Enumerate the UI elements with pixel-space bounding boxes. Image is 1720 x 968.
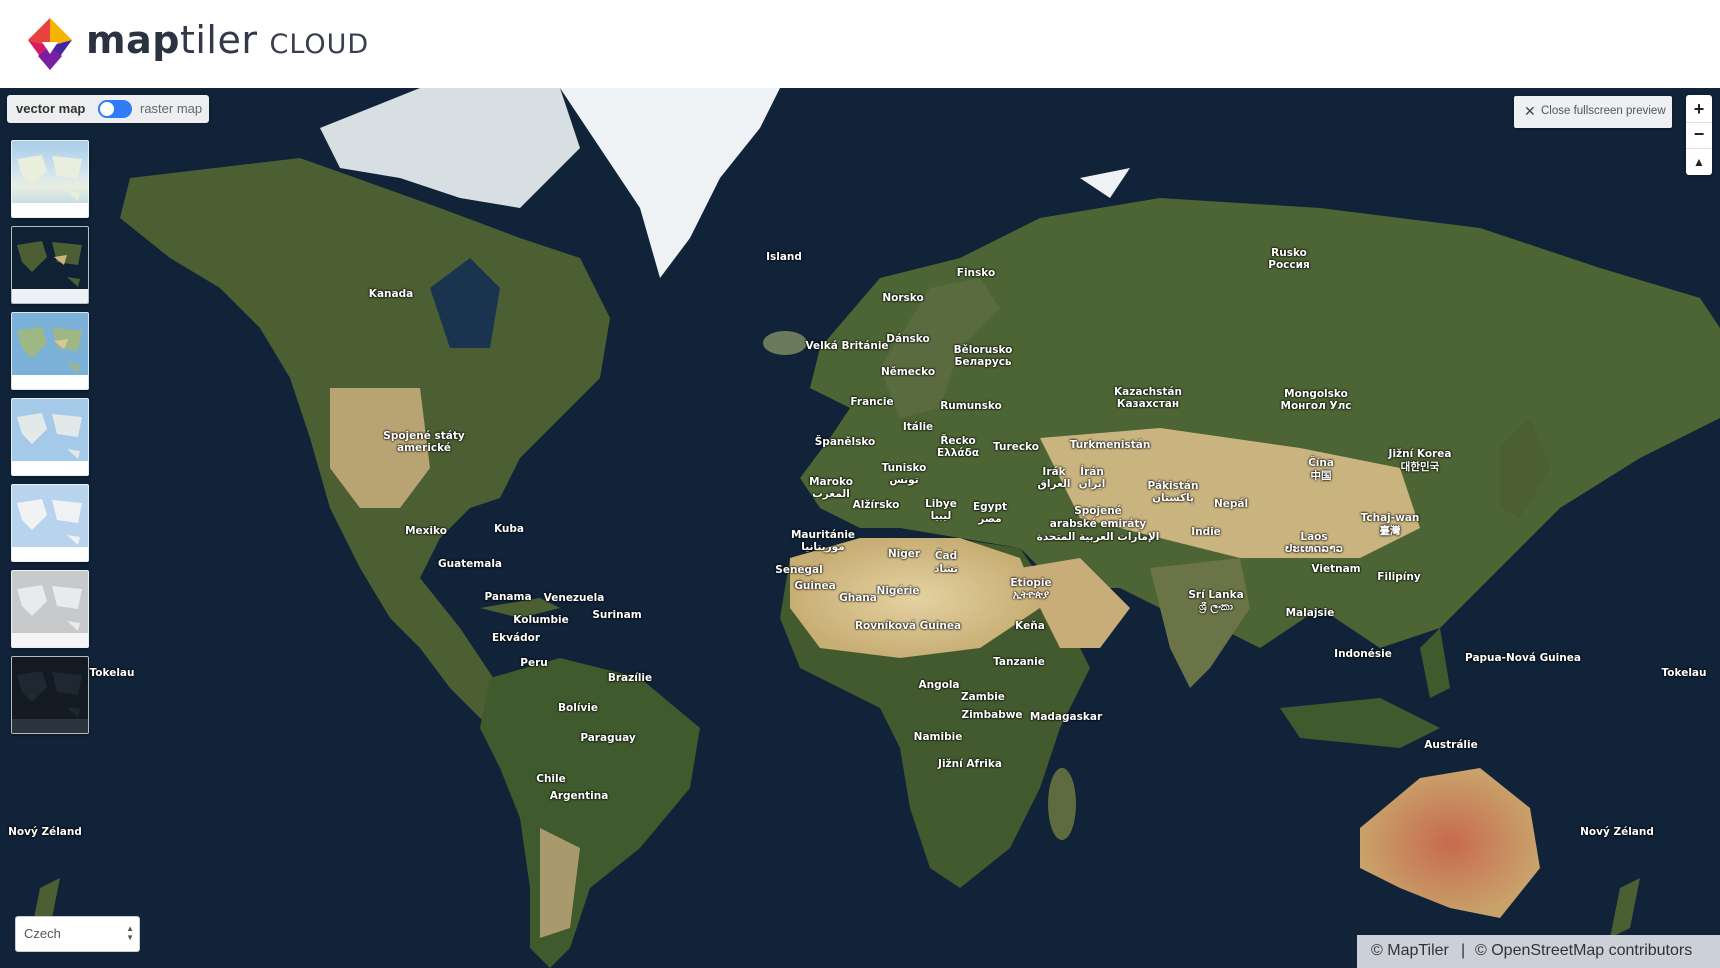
style-thumb-pastel[interactable] bbox=[11, 570, 89, 648]
brand-wordmark[interactable]: maptiler CLOUD bbox=[86, 18, 369, 62]
navigation-control: + − ▲ bbox=[1686, 95, 1712, 175]
compass-icon[interactable]: ▲ bbox=[1686, 149, 1712, 175]
switch-knob bbox=[100, 102, 114, 116]
style-thumb-dark[interactable] bbox=[11, 656, 89, 734]
language-select[interactable]: Czech ▲ ▼ bbox=[15, 916, 140, 952]
maptiler-logo-icon bbox=[28, 18, 72, 70]
bright-style-preview-icon bbox=[12, 499, 88, 561]
close-icon: ✕ bbox=[1524, 103, 1536, 119]
language-select-value: Czech bbox=[24, 926, 61, 941]
close-preview-label: Close fullscreen preview bbox=[1541, 105, 1666, 117]
brand-part-map: map bbox=[86, 18, 180, 62]
satellite-style-preview-icon bbox=[12, 241, 88, 303]
select-arrows-icon: ▲ ▼ bbox=[126, 924, 134, 942]
app-header: maptiler CLOUD bbox=[0, 0, 1720, 88]
pastel-style-preview-icon bbox=[12, 585, 88, 647]
style-thumb-basic[interactable] bbox=[11, 398, 89, 476]
osm-attribution-link[interactable]: © OpenStreetMap contributors bbox=[1475, 942, 1692, 960]
map-attribution: © MapTiler | © OpenStreetMap contributor… bbox=[1357, 935, 1720, 968]
style-thumb-bright[interactable] bbox=[11, 484, 89, 562]
map-type-toggle: vector map raster map bbox=[7, 95, 209, 123]
attribution-separator: | bbox=[1461, 942, 1466, 959]
satellite-world-map bbox=[0, 88, 1720, 968]
map-type-switch[interactable] bbox=[98, 100, 132, 118]
style-thumb-satellite[interactable] bbox=[11, 226, 89, 304]
map-canvas[interactable] bbox=[0, 88, 1720, 968]
dark-style-preview-icon bbox=[12, 671, 88, 733]
zoom-in-button[interactable]: + bbox=[1686, 96, 1712, 123]
zoom-out-button[interactable]: − bbox=[1686, 122, 1712, 149]
vector-map-label[interactable]: vector map bbox=[16, 101, 85, 116]
close-fullscreen-preview-button[interactable]: ✕ Close fullscreen preview bbox=[1514, 96, 1672, 128]
style-thumb-topo[interactable] bbox=[11, 312, 89, 390]
streets-style-preview-icon bbox=[12, 155, 88, 217]
raster-map-label[interactable]: raster map bbox=[140, 101, 202, 116]
style-thumb-streets[interactable] bbox=[11, 140, 89, 218]
topo-style-preview-icon bbox=[12, 327, 88, 389]
basic-style-preview-icon bbox=[12, 413, 88, 475]
maptiler-attribution-link[interactable]: © MapTiler bbox=[1371, 942, 1449, 960]
brand-part-tiler: tiler bbox=[179, 18, 258, 62]
brand-part-cloud: CLOUD bbox=[269, 29, 370, 60]
